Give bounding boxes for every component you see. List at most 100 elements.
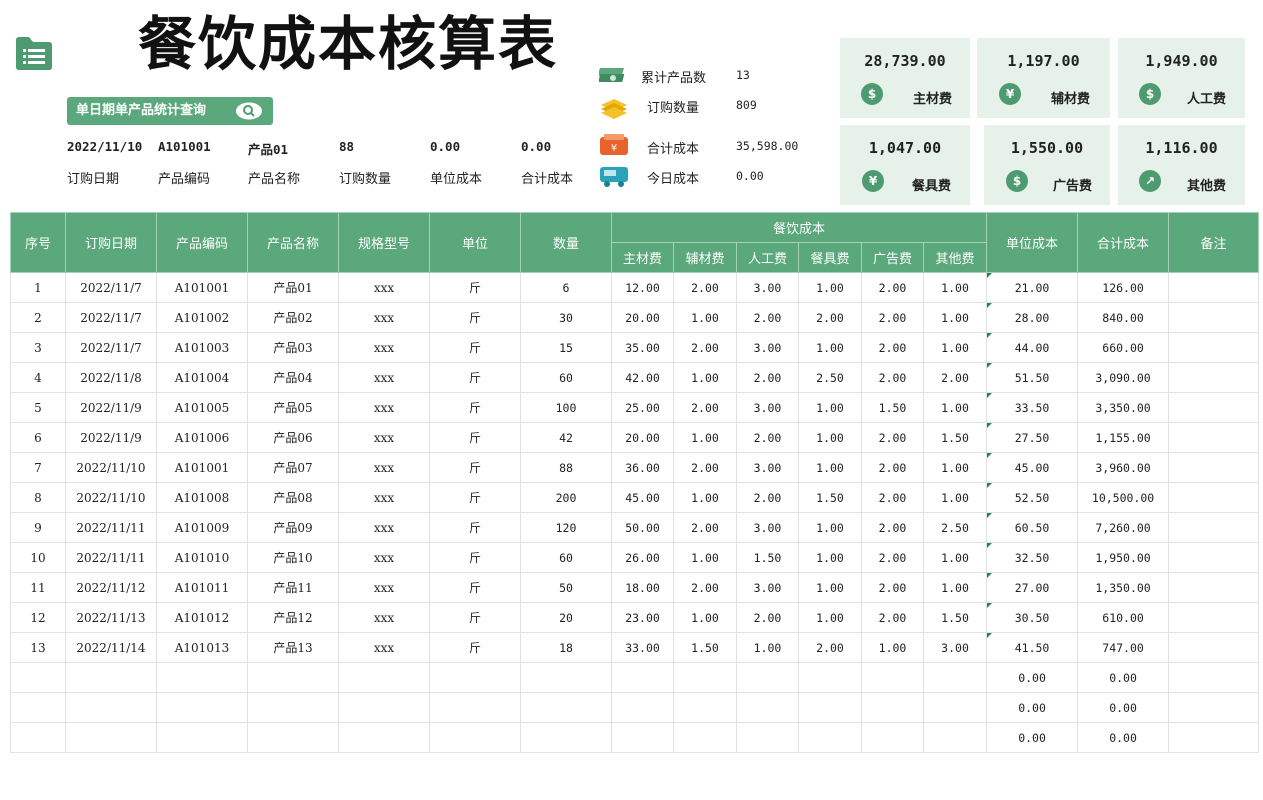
cell-qty[interactable]: 100 <box>520 392 612 423</box>
cell-date[interactable]: 2022/11/9 <box>65 392 157 423</box>
header-total-cost[interactable]: 合计成本 <box>1077 212 1170 273</box>
cell-labor[interactable]: 2.00 <box>736 602 799 633</box>
cell-main-material[interactable]: 20.00 <box>611 302 674 333</box>
cell-main-material[interactable]: 36.00 <box>611 452 674 483</box>
table-row[interactable]: 2 2022/11/7 A101002 产品02 xxx 斤 30 20.00 1.00 2.00… <box>10 302 1260 333</box>
cell-unit-cost[interactable]: 51.50 <box>986 362 1079 393</box>
cell-unit[interactable] <box>429 722 521 753</box>
cell-main-material[interactable]: 18.00 <box>611 572 674 603</box>
cell-code[interactable] <box>156 722 248 753</box>
cell-qty[interactable] <box>520 722 612 753</box>
cell-qty[interactable]: 60 <box>520 542 612 573</box>
header-name[interactable]: 产品名称 <box>247 212 339 273</box>
cell-unit[interactable] <box>429 692 521 723</box>
cell-seq[interactable]: 10 <box>10 542 66 573</box>
cell-spec[interactable] <box>338 722 430 753</box>
cell-labor[interactable] <box>736 662 799 693</box>
cell-spec[interactable]: xxx <box>338 542 430 573</box>
cell-name[interactable]: 产品01 <box>247 272 339 303</box>
cell-total-cost[interactable]: 610.00 <box>1077 602 1170 633</box>
cell-qty[interactable]: 60 <box>520 362 612 393</box>
table-row[interactable]: 0.00 0.00 <box>10 722 1260 753</box>
cell-unit[interactable]: 斤 <box>429 602 521 633</box>
table-row[interactable]: 4 2022/11/8 A101004 产品04 xxx 斤 60 42.00 1.00 2.00… <box>10 362 1260 393</box>
cell-name[interactable] <box>247 662 339 693</box>
cell-unit[interactable]: 斤 <box>429 332 521 363</box>
cell-aux-material[interactable]: 1.50 <box>673 632 737 663</box>
cell-code[interactable]: A101013 <box>156 632 248 663</box>
header-advertising[interactable]: 广告费 <box>861 242 924 273</box>
cell-name[interactable]: 产品12 <box>247 602 339 633</box>
header-cost-group[interactable]: 餐饮成本 <box>610 212 988 243</box>
table-row[interactable]: 12 2022/11/13 A101012 产品12 xxx 斤 20 23.00 1.00 2.… <box>10 602 1260 633</box>
cell-code[interactable]: A101003 <box>156 332 248 363</box>
cell-other[interactable]: 1.00 <box>922 572 988 603</box>
cell-spec[interactable]: xxx <box>338 272 430 303</box>
cell-note[interactable] <box>1168 272 1260 303</box>
cell-advertising[interactable]: 2.00 <box>861 422 924 453</box>
cell-tableware[interactable]: 1.50 <box>798 482 862 513</box>
cell-tableware[interactable]: 1.00 <box>798 452 862 483</box>
cell-main-material[interactable]: 33.00 <box>611 632 674 663</box>
header-labor[interactable]: 人工费 <box>736 242 799 273</box>
cell-main-material[interactable]: 42.00 <box>611 362 674 393</box>
cell-aux-material[interactable]: 2.00 <box>673 272 737 303</box>
cell-main-material[interactable] <box>611 692 674 723</box>
cell-advertising[interactable]: 2.00 <box>861 572 924 603</box>
cell-labor[interactable]: 3.00 <box>736 452 799 483</box>
cell-date[interactable]: 2022/11/7 <box>65 302 157 333</box>
cell-main-material[interactable] <box>611 662 674 693</box>
cell-spec[interactable]: xxx <box>338 572 430 603</box>
cell-advertising[interactable]: 1.00 <box>861 632 924 663</box>
cell-tableware[interactable] <box>798 692 862 723</box>
cell-aux-material[interactable]: 1.00 <box>673 542 737 573</box>
cell-code[interactable]: A101002 <box>156 302 248 333</box>
cell-name[interactable]: 产品13 <box>247 632 339 663</box>
cell-qty[interactable]: 88 <box>520 452 612 483</box>
cell-seq[interactable] <box>10 722 66 753</box>
header-main-material[interactable]: 主材费 <box>611 242 674 273</box>
cell-note[interactable] <box>1168 422 1260 453</box>
header-code[interactable]: 产品编码 <box>156 212 248 273</box>
cell-date[interactable]: 2022/11/12 <box>65 572 157 603</box>
cell-unit[interactable]: 斤 <box>429 512 521 543</box>
cell-unit-cost[interactable]: 52.50 <box>986 482 1079 513</box>
cell-aux-material[interactable]: 2.00 <box>673 572 737 603</box>
cell-labor[interactable]: 2.00 <box>736 362 799 393</box>
cell-advertising[interactable]: 2.00 <box>861 482 924 513</box>
cell-advertising[interactable] <box>861 692 924 723</box>
table-row[interactable]: 3 2022/11/7 A101003 产品03 xxx 斤 15 35.00 2.00 3.00… <box>10 332 1260 363</box>
cell-other[interactable] <box>922 692 988 723</box>
cell-total-cost[interactable]: 0.00 <box>1077 692 1170 723</box>
cell-unit-cost[interactable]: 30.50 <box>986 602 1079 633</box>
cell-other[interactable]: 3.00 <box>922 632 988 663</box>
cell-code[interactable]: A101011 <box>156 572 248 603</box>
cell-date[interactable]: 2022/11/11 <box>65 512 157 543</box>
cell-unit[interactable]: 斤 <box>429 632 521 663</box>
cell-qty[interactable]: 42 <box>520 422 612 453</box>
cell-date[interactable]: 2022/11/10 <box>65 452 157 483</box>
cell-qty[interactable]: 50 <box>520 572 612 603</box>
cell-unit-cost[interactable]: 32.50 <box>986 542 1079 573</box>
cell-unit-cost[interactable]: 44.00 <box>986 332 1079 363</box>
cell-note[interactable] <box>1168 362 1260 393</box>
cell-name[interactable]: 产品08 <box>247 482 339 513</box>
cell-other[interactable]: 1.00 <box>922 452 988 483</box>
cell-aux-material[interactable] <box>673 722 737 753</box>
cell-aux-material[interactable]: 1.00 <box>673 602 737 633</box>
cell-aux-material[interactable]: 2.00 <box>673 452 737 483</box>
cell-seq[interactable]: 6 <box>10 422 66 453</box>
cell-tableware[interactable]: 2.50 <box>798 362 862 393</box>
cell-seq[interactable]: 2 <box>10 302 66 333</box>
cell-total-cost[interactable]: 7,260.00 <box>1077 512 1170 543</box>
cell-advertising[interactable]: 2.00 <box>861 272 924 303</box>
table-row[interactable]: 8 2022/11/10 A101008 产品08 xxx 斤 200 45.00 1.00 2.… <box>10 482 1260 513</box>
cell-code[interactable]: A101005 <box>156 392 248 423</box>
cell-total-cost[interactable]: 840.00 <box>1077 302 1170 333</box>
cell-code[interactable]: A101008 <box>156 482 248 513</box>
cell-total-cost[interactable]: 3,960.00 <box>1077 452 1170 483</box>
cell-advertising[interactable] <box>861 662 924 693</box>
cell-other[interactable]: 1.50 <box>922 602 988 633</box>
cell-note[interactable] <box>1168 572 1260 603</box>
cell-unit-cost[interactable]: 41.50 <box>986 632 1079 663</box>
